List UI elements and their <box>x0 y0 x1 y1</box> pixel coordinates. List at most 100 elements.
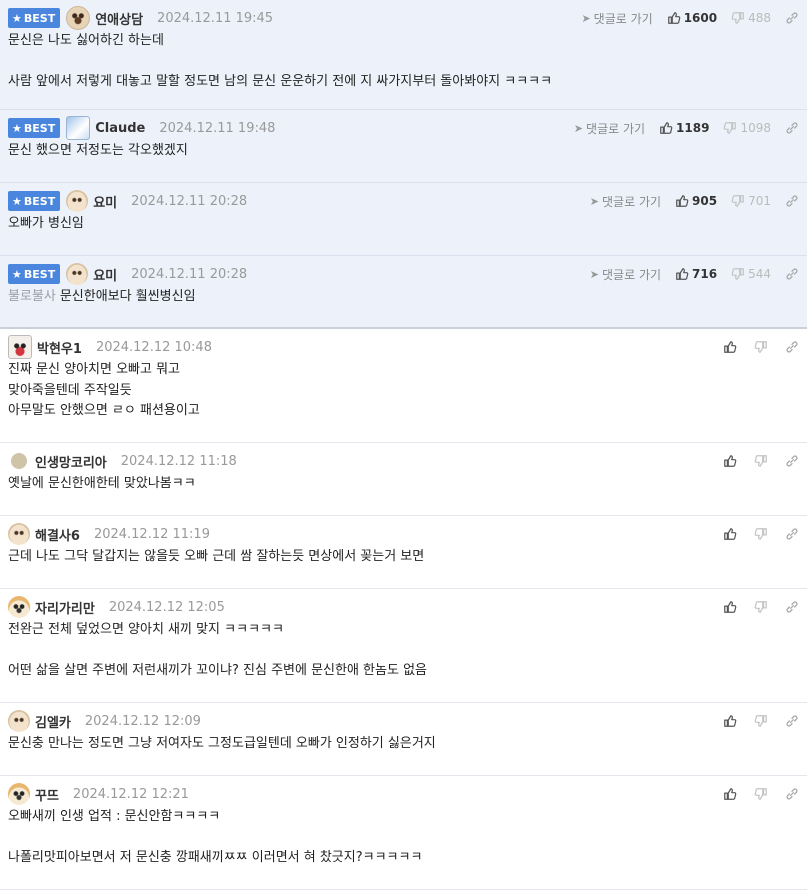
dog-avatar-icon[interactable] <box>66 6 91 30</box>
thumbs-down-icon <box>754 600 768 614</box>
downvote-button[interactable] <box>754 787 771 801</box>
comment-date: 2024.12.11 20:28 <box>131 193 248 209</box>
downvote-button[interactable] <box>754 454 771 468</box>
nickname[interactable]: 해결사6 <box>35 525 80 544</box>
upvote-count: 716 <box>692 267 718 281</box>
link-icon[interactable] <box>785 714 799 728</box>
upvote-button[interactable]: 1600 <box>667 11 717 25</box>
link-icon[interactable] <box>785 11 799 25</box>
thumbs-down-icon <box>754 714 768 728</box>
downvote-button[interactable]: 488 <box>731 11 771 25</box>
best-badge: ★ BEST <box>8 191 61 211</box>
link-icon[interactable] <box>785 267 799 281</box>
comment: 박현우1 2024.12.12 10:48 진짜 문신 양아치면 오빠고 뭐고 맞아… <box>0 329 807 443</box>
downvote-count: 488 <box>748 11 771 25</box>
comment-date: 2024.12.12 10:48 <box>95 339 212 355</box>
star-icon: ★ <box>12 11 22 25</box>
comment-body: 문신 했으면 저정도는 각오했겠지 <box>8 141 799 162</box>
reply-link[interactable]: ➤ 댓글로 가기 <box>581 10 652 27</box>
upvote-button[interactable] <box>723 714 740 728</box>
snowy-avatar-icon[interactable] <box>66 116 91 140</box>
comment-text: 문신 했으면 저정도는 각오했겠지 <box>8 143 188 158</box>
reply-link[interactable]: ➤ 댓글로 가기 <box>590 193 661 210</box>
comment-body: 근데 나도 그닥 달갑지는 않을듯 오빠 근데 쌈 잘하는듯 면상에서 꽂는거 … <box>8 547 799 568</box>
comment-header: ★ BEST 연애상담 2024.12.11 19:45 <box>8 6 274 30</box>
best-badge-label: BEST <box>23 11 56 25</box>
link-icon[interactable] <box>785 194 799 208</box>
puppy-avatar-icon[interactable] <box>66 263 89 285</box>
nickname[interactable]: 요미 <box>93 265 117 284</box>
upvote-button[interactable] <box>723 787 740 801</box>
reply-link[interactable]: ➤ 댓글로 가기 <box>590 266 661 283</box>
comment-date: 2024.12.12 11:19 <box>93 526 210 542</box>
location-arrow-icon: ➤ <box>589 194 600 208</box>
downvote-button[interactable]: 544 <box>731 267 771 281</box>
link-icon[interactable] <box>785 527 799 541</box>
upvote-button[interactable] <box>723 454 740 468</box>
beige-dot-avatar-icon[interactable] <box>11 453 27 469</box>
thumbs-down-icon <box>723 121 737 135</box>
fox-avatar-icon[interactable] <box>8 596 30 618</box>
comment: 자리가리만 2024.12.12 12:05 전완근 전체 덮었으면 양아치 새끼 … <box>0 589 807 703</box>
best-badge: ★ BEST <box>8 118 61 138</box>
best-comment: ★ BEST 연애상담 2024.12.11 19:45 ➤ 댓글로 가기 1600 488 문… <box>0 0 807 110</box>
fox-avatar-icon[interactable] <box>8 783 30 805</box>
thumbs-down-icon <box>754 340 768 354</box>
comment-header: ★ BEST 요미 2024.12.11 20:28 <box>8 190 247 212</box>
downvote-button[interactable] <box>754 527 771 541</box>
downvote-button[interactable] <box>754 600 771 614</box>
nickname[interactable]: 박현우1 <box>37 338 82 357</box>
comment-body: 문신충 만나는 정도면 그냥 저여자도 그정도급일텐데 오빠가 인정하기 싫은거… <box>8 734 799 755</box>
reply-link[interactable]: ➤ 댓글로 가기 <box>574 120 645 137</box>
upvote-button[interactable]: 716 <box>675 267 717 281</box>
nickname[interactable]: 자리가리만 <box>35 598 95 617</box>
downvote-button[interactable]: 701 <box>731 194 771 208</box>
thumbs-down-icon <box>731 267 745 281</box>
thumbs-down-icon <box>731 11 745 25</box>
red-face-avatar-icon[interactable] <box>8 335 32 359</box>
reply-link-label: 댓글로 가기 <box>602 267 662 282</box>
link-icon[interactable] <box>785 787 799 801</box>
upvote-button[interactable] <box>723 340 740 354</box>
downvote-button[interactable] <box>754 340 771 354</box>
puppy-avatar-icon[interactable] <box>8 710 30 732</box>
best-badge-label: BEST <box>23 121 56 135</box>
comment-date: 2024.12.12 12:09 <box>84 713 201 729</box>
comment: 해결사6 2024.12.12 11:19 근데 나도 그닥 달갑지는 않을듯 오빠… <box>0 516 807 589</box>
star-icon: ★ <box>12 121 22 135</box>
thumbs-up-icon <box>675 267 689 281</box>
nickname[interactable]: 꾸뜨 <box>35 785 59 804</box>
upvote-button[interactable]: 905 <box>675 194 717 208</box>
comment-header: 박현우1 2024.12.12 10:48 <box>8 335 212 359</box>
comment-actions: ➤ 댓글로 가기 905 701 <box>590 190 799 212</box>
upvote-count: 1189 <box>676 121 710 135</box>
downvote-button[interactable]: 1098 <box>723 121 771 135</box>
downvote-count: 544 <box>748 267 771 281</box>
link-icon[interactable] <box>785 340 799 354</box>
upvote-button[interactable] <box>723 527 740 541</box>
nickname[interactable]: 요미 <box>93 192 117 211</box>
comment-body: 진짜 문신 양아치면 오빠고 뭐고 맞아죽을텐데 주작일듯 아무말도 안했으면 … <box>8 360 799 422</box>
link-icon[interactable] <box>785 600 799 614</box>
nickname[interactable]: 인생망코리아 <box>35 452 107 471</box>
link-icon[interactable] <box>785 454 799 468</box>
upvote-button[interactable] <box>723 600 740 614</box>
link-icon[interactable] <box>785 121 799 135</box>
downvote-button[interactable] <box>754 714 771 728</box>
puppy-avatar-icon[interactable] <box>66 190 89 212</box>
nickname[interactable]: 김엘카 <box>35 712 71 731</box>
upvote-button[interactable]: 1189 <box>659 121 709 135</box>
puppy-avatar-icon[interactable] <box>8 523 30 545</box>
best-badge-label: BEST <box>23 267 56 281</box>
comment-date: 2024.12.11 19:45 <box>157 10 274 26</box>
best-badge: ★ BEST <box>8 264 61 284</box>
comment-actions <box>723 523 799 545</box>
upvote-count: 905 <box>692 194 718 208</box>
comment-prefix: 불로불사 <box>8 289 56 304</box>
location-arrow-icon: ➤ <box>573 121 584 135</box>
comment-actions <box>723 710 799 732</box>
comment-actions <box>723 336 799 358</box>
nickname[interactable]: 연애상담 <box>95 9 143 28</box>
nickname[interactable]: Claude <box>95 121 145 136</box>
thumbs-up-icon <box>723 527 737 541</box>
